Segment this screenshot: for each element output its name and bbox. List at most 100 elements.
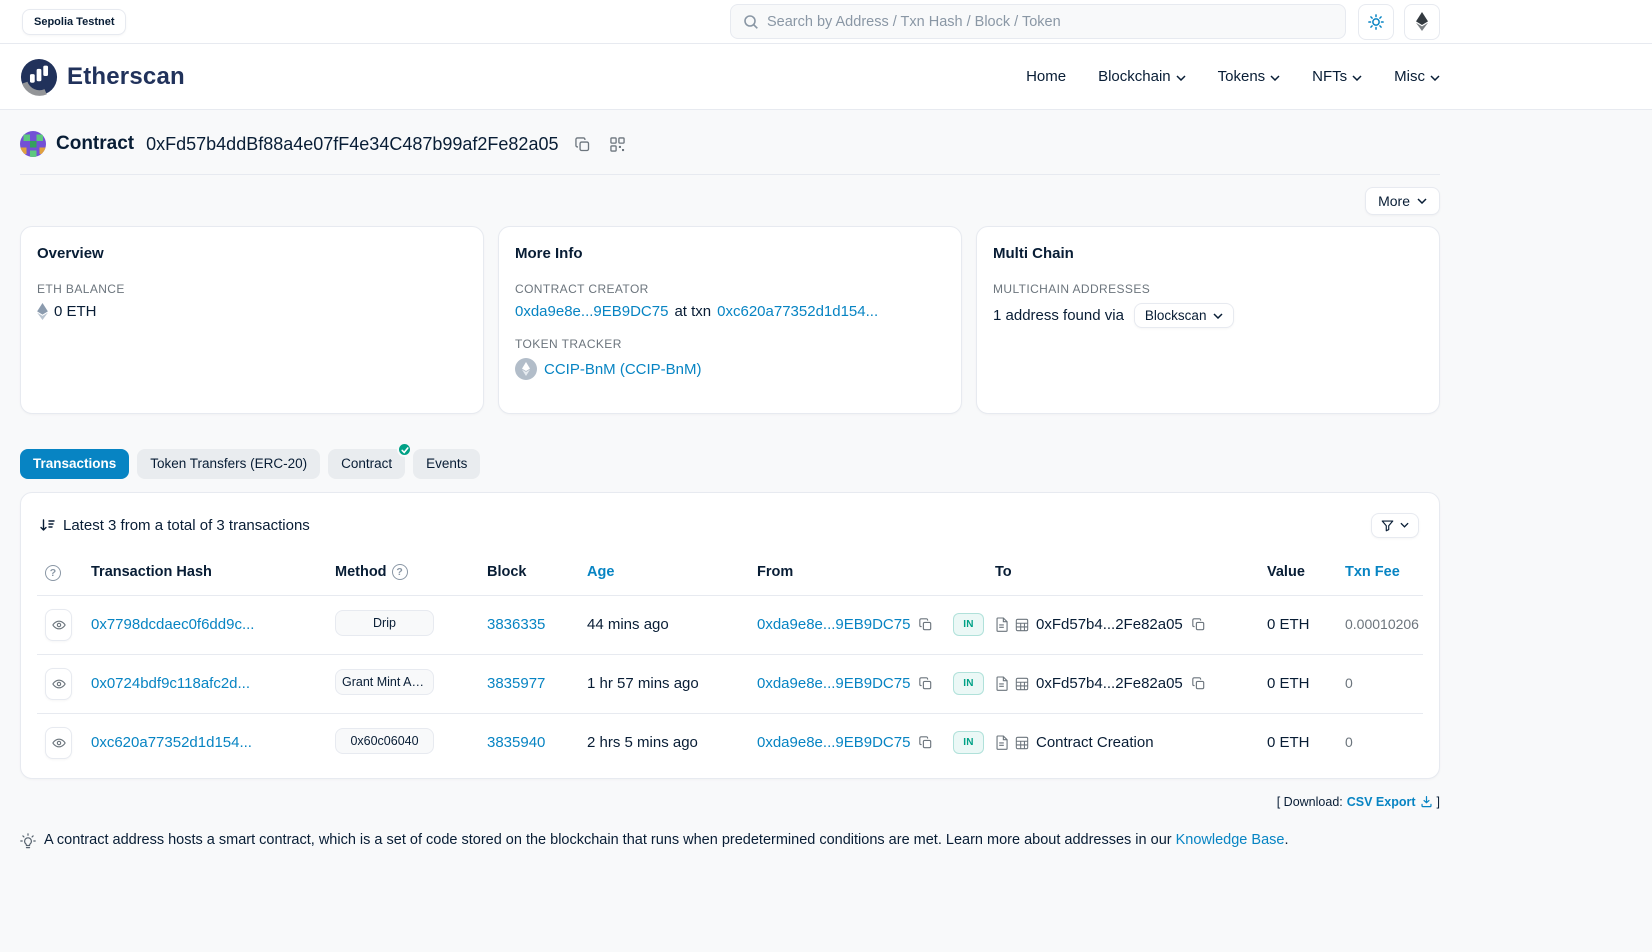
transaction-row: 0x7798dcdaec0f6dd9c... Drip 3836335 44 m… — [37, 595, 1423, 654]
card-title: More Info — [515, 245, 945, 262]
copy-to-button[interactable] — [1190, 675, 1207, 692]
to-address[interactable]: 0xFd57b4...2Fe82a05 — [1036, 616, 1183, 633]
transactions-summary: Latest 3 from a total of 3 transactions — [63, 517, 310, 534]
contract-file-icon — [995, 617, 1008, 632]
value-amount: 0 ETH — [1267, 734, 1310, 751]
contract-creator-label: CONTRACT CREATOR — [515, 282, 945, 296]
transaction-row: 0x0724bdf9c118afc2d... Grant Mint An... … — [37, 654, 1423, 713]
download-row: [ Download: CSV Export ] — [20, 795, 1440, 809]
col-from: From — [749, 556, 945, 596]
tab-transactions[interactable]: Transactions — [20, 449, 129, 479]
copy-icon — [919, 677, 932, 690]
to-address[interactable]: Contract Creation — [1036, 734, 1154, 751]
col-age[interactable]: Age — [579, 556, 749, 596]
col-block: Block — [479, 556, 579, 596]
copy-from-button[interactable] — [917, 734, 934, 751]
network-badge[interactable]: Sepolia Testnet — [22, 9, 126, 35]
creation-txn-link[interactable]: 0xc620a77352d1d154... — [717, 303, 878, 320]
tab-contract[interactable]: Contract — [328, 449, 405, 479]
nav-nfts[interactable]: NFTs — [1312, 68, 1362, 85]
tx-preview-button[interactable] — [45, 609, 72, 641]
footer-note: A contract address hosts a smart contrac… — [20, 832, 1440, 849]
tab-token-transfers[interactable]: Token Transfers (ERC-20) — [137, 449, 320, 479]
transaction-row: 0xc620a77352d1d154... 0x60c06040 3835940… — [37, 713, 1423, 772]
topbar: Sepolia Testnet — [0, 0, 1652, 44]
copy-address-button[interactable] — [572, 134, 593, 155]
site-header: Etherscan Home Blockchain Tokens NFTs Mi… — [0, 44, 1652, 110]
note-text: A contract address hosts a smart contrac… — [44, 832, 1172, 848]
to-address[interactable]: 0xFd57b4...2Fe82a05 — [1036, 675, 1183, 692]
table-toolbar: Latest 3 from a total of 3 transactions — [37, 493, 1423, 556]
theme-toggle-button[interactable] — [1358, 4, 1394, 40]
tx-hash-link[interactable]: 0xc620a77352d1d154... — [91, 734, 252, 751]
search-input[interactable] — [767, 14, 1333, 30]
nav-tokens[interactable]: Tokens — [1218, 68, 1281, 85]
copy-from-button[interactable] — [917, 675, 934, 692]
csv-export-link[interactable]: CSV Export — [1347, 795, 1433, 809]
filter-funnel-icon — [1381, 519, 1394, 532]
brand-name: Etherscan — [67, 63, 185, 91]
search-box[interactable] — [730, 4, 1346, 39]
direction-badge: IN — [953, 731, 984, 754]
network-switch-button[interactable] — [1404, 4, 1440, 40]
etherscan-logo-icon — [20, 58, 58, 96]
tx-preview-button[interactable] — [45, 668, 72, 700]
tx-preview-button[interactable] — [45, 727, 72, 759]
page-content: Contract 0xFd57b4ddBf88a4e07fF4e34C487b9… — [20, 110, 1440, 849]
chevron-down-icon — [1270, 73, 1280, 81]
block-link[interactable]: 3835940 — [487, 734, 545, 751]
copy-icon — [919, 736, 932, 749]
divider — [20, 174, 1440, 175]
tx-hash-link[interactable]: 0x0724bdf9c118afc2d... — [91, 675, 250, 692]
info-cards: Overview ETH BALANCE 0 ETH More Info CON… — [20, 226, 1440, 414]
nav-blockchain[interactable]: Blockchain — [1098, 68, 1186, 85]
contract-creation-icon — [1015, 618, 1029, 632]
tab-bar: Transactions Token Transfers (ERC-20) Co… — [20, 449, 1440, 479]
blockscan-select[interactable]: Blockscan — [1134, 303, 1235, 328]
table-header-row: ? Transaction Hash Method? Block Age Fro… — [37, 556, 1423, 596]
method-badge[interactable]: Drip — [335, 610, 434, 636]
address-identicon — [20, 131, 46, 157]
from-address-link[interactable]: 0xda9e8e...9EB9DC75 — [757, 734, 910, 751]
sort-icon — [39, 517, 55, 533]
tx-hash-link[interactable]: 0x7798dcdaec0f6dd9c... — [91, 616, 254, 633]
creator-address-link[interactable]: 0xda9e8e...9EB9DC75 — [515, 303, 668, 320]
contract-title-row: Contract 0xFd57b4ddBf88a4e07fF4e34C487b9… — [20, 110, 1440, 157]
contract-address: 0xFd57b4ddBf88a4e07fF4e34C487b99af2Fe82a… — [146, 134, 558, 155]
method-badge[interactable]: 0x60c06040 — [335, 728, 434, 754]
token-tracker-link[interactable]: CCIP-BnM (CCIP-BnM) — [544, 361, 702, 378]
help-icon[interactable]: ? — [392, 564, 408, 580]
nav-home[interactable]: Home — [1026, 68, 1066, 85]
copy-to-button[interactable] — [1190, 616, 1207, 633]
filter-button[interactable] — [1371, 513, 1419, 538]
download-icon — [1420, 795, 1433, 808]
overview-card: Overview ETH BALANCE 0 ETH — [20, 226, 484, 414]
from-address-link[interactable]: 0xda9e8e...9EB9DC75 — [757, 675, 910, 692]
txn-fee-value: 0 — [1345, 734, 1353, 750]
tab-events[interactable]: Events — [413, 449, 480, 479]
block-link[interactable]: 3836335 — [487, 616, 545, 633]
help-icon[interactable]: ? — [45, 565, 61, 581]
col-to: To — [987, 556, 1259, 596]
copy-icon — [1192, 618, 1205, 631]
chevron-down-icon — [1430, 73, 1440, 81]
copy-from-button[interactable] — [917, 616, 934, 633]
age-value: 44 mins ago — [587, 616, 669, 633]
block-link[interactable]: 3835977 — [487, 675, 545, 692]
download-prefix: [ Download: — [1277, 795, 1343, 809]
chevron-down-icon — [1176, 73, 1186, 81]
col-txn-fee[interactable]: Txn Fee — [1337, 556, 1423, 596]
ethereum-icon — [1416, 12, 1428, 31]
etherscan-logo[interactable]: Etherscan — [20, 58, 185, 96]
from-address-link[interactable]: 0xda9e8e...9EB9DC75 — [757, 616, 910, 633]
method-badge[interactable]: Grant Mint An... — [335, 669, 434, 695]
col-transaction-hash: Transaction Hash — [83, 556, 327, 596]
copy-icon — [1192, 677, 1205, 690]
more-button[interactable]: More — [1365, 187, 1440, 215]
knowledge-base-link[interactable]: Knowledge Base — [1176, 832, 1285, 848]
nav-misc[interactable]: Misc — [1394, 68, 1440, 85]
qr-code-button[interactable] — [607, 134, 628, 155]
qr-code-icon — [610, 137, 625, 152]
card-title: Multi Chain — [993, 245, 1423, 262]
col-value: Value — [1259, 556, 1337, 596]
